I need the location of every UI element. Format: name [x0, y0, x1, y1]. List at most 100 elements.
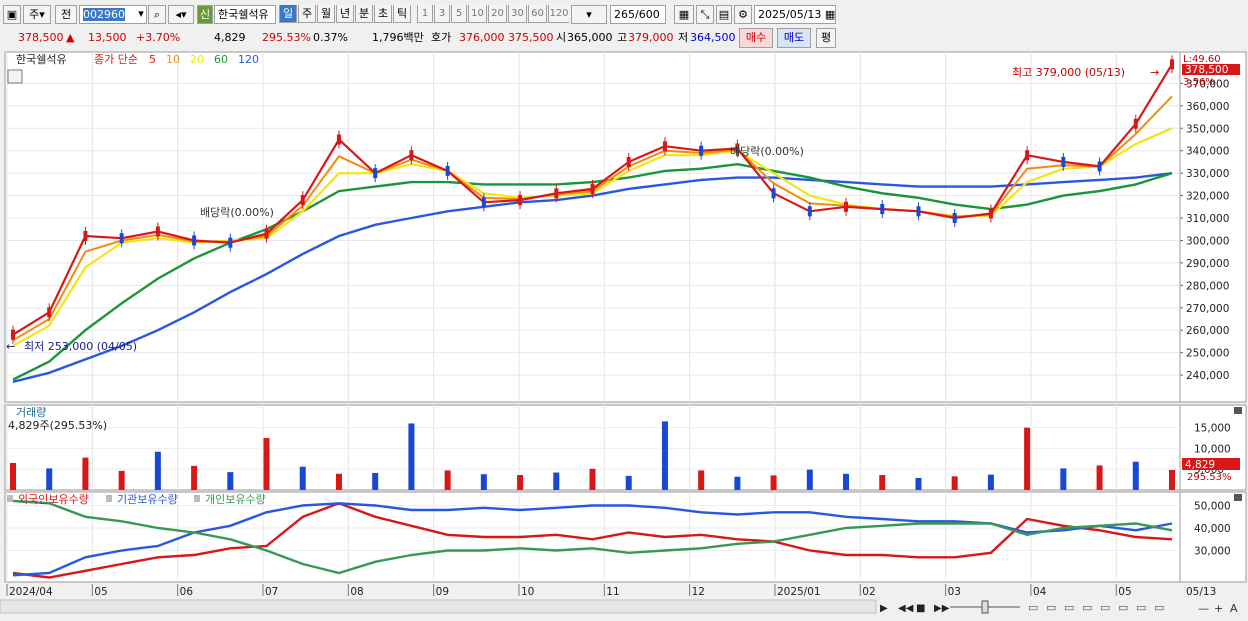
y-tick-label: 270,000 [1186, 303, 1229, 315]
interval-tab[interactable]: 3 [434, 5, 450, 23]
layout-icon: ▭ [1118, 601, 1128, 614]
period-tab[interactable]: 틱 [393, 5, 411, 23]
x-tick-label: 12 [692, 586, 705, 598]
high-label: 고 [617, 31, 628, 44]
volume-bar [299, 466, 306, 490]
period-tab[interactable]: 일 [279, 5, 297, 23]
volume-bar [118, 470, 125, 490]
interval-tab[interactable]: 120 [548, 5, 569, 23]
up-arrow-icon: ▲ [66, 31, 75, 44]
candle-body [518, 195, 523, 206]
volume-bar [46, 468, 53, 490]
volume-bar [263, 438, 270, 490]
open-label: 시 [556, 31, 567, 44]
holding-legend: 개인보유수량 [205, 493, 266, 506]
avg-button[interactable]: 평 [816, 28, 836, 48]
volume-bar [1169, 469, 1175, 490]
volume-bar [698, 470, 705, 490]
prev-button[interactable]: 전 [55, 5, 77, 24]
sound-icon[interactable]: ◂▾ [168, 5, 194, 24]
y-tick-label: 350,000 [1186, 123, 1229, 135]
chart-area: 240,000 250,000 260,000 270,000 280,000 290,0… [0, 51, 1248, 621]
y-tick-label: 15,000 [1194, 423, 1231, 435]
interval-tab[interactable]: 60 [528, 5, 547, 23]
candle-body [192, 235, 197, 246]
candle-body [626, 156, 631, 167]
x-tick-label: 08 [350, 586, 363, 598]
low-annotation: 최저 253,000 (04/05) [24, 340, 137, 353]
volume-bar [335, 473, 342, 490]
period-tab[interactable]: 년 [336, 5, 354, 23]
arrow-icon: → [1150, 66, 1159, 79]
interval-select[interactable]: ▾ [571, 5, 607, 24]
gear-icon[interactable]: ⚙ [734, 5, 752, 24]
candle-body [300, 195, 305, 206]
period-tabs: 일주월년분초틱 [279, 5, 414, 24]
x-tick-label: 2025/01 [777, 586, 821, 598]
candle-body [1170, 59, 1174, 70]
period-tab[interactable]: 월 [317, 5, 335, 23]
compare-icon[interactable]: ▦ [674, 5, 694, 24]
volume-bar [1024, 427, 1031, 490]
volume-bar [1060, 468, 1067, 490]
legend-label: 종가 단순 [94, 53, 138, 66]
legend-period: 10 [166, 53, 180, 66]
legend-marker [106, 495, 112, 502]
zoom-icon: + [1214, 602, 1223, 615]
tool-icon[interactable]: ⤡ [696, 5, 714, 24]
interval-tab[interactable]: 5 [451, 5, 467, 23]
x-tick-label: 02 [862, 586, 875, 598]
volume: 4,829 [214, 31, 246, 44]
chart-window: ▣ 주▾ 전 002960 ▾ ⌕ ◂▾ 신 한국쉘석유 일주월년분초틱 135… [0, 0, 1248, 621]
y-tick-label: 30,000 [1194, 546, 1231, 558]
candle-body [1133, 118, 1138, 129]
y-tick-label: 300,000 [1186, 235, 1229, 247]
search-icon[interactable]: ⌕ [148, 5, 166, 24]
holding-legend: 기관보유수량 [117, 493, 178, 506]
zoom-icon: A [1230, 602, 1238, 615]
candle-body [699, 145, 704, 156]
volume-bar [191, 465, 198, 490]
volume-bar [82, 457, 89, 490]
window-menu-icon[interactable]: ▣ [3, 5, 21, 24]
legend-period: 60 [214, 53, 228, 66]
count-value: 265 [614, 8, 635, 21]
playback-icon: ▶ [880, 603, 888, 614]
volume-bar [770, 475, 777, 490]
count-total: /600 [635, 8, 660, 21]
count-input[interactable]: 265/600 [610, 5, 666, 24]
market-select[interactable]: 주▾ [23, 5, 51, 24]
period-tab[interactable]: 초 [374, 5, 392, 23]
x-tick-label: 03 [948, 586, 961, 598]
chart-title: 한국쉘석유 [16, 53, 67, 66]
buy-button[interactable]: 매수 [739, 28, 773, 48]
date-input[interactable]: 2025/05/13 ▦ [754, 5, 836, 24]
interval-tab[interactable]: 20 [488, 5, 507, 23]
low: 364,500 [690, 31, 736, 44]
volume-bar [553, 472, 560, 490]
candle-body [1025, 150, 1030, 161]
candle-body [1097, 161, 1102, 172]
period-tab[interactable]: 분 [355, 5, 373, 23]
quote-bar: 378,500 ▲ 13,500 +3.70% 4,829 295.53% 0.… [0, 28, 1248, 48]
volume-bar [661, 421, 668, 490]
interval-tab[interactable]: 10 [468, 5, 487, 23]
interval-tab[interactable]: 1 [417, 5, 433, 23]
volume-bar [625, 475, 632, 490]
interval-tab[interactable]: 30 [508, 5, 527, 23]
volume-bar [372, 472, 379, 490]
dividend-annotation: 배당락(0.00%) [200, 206, 274, 219]
layout-icon: ▭ [1154, 601, 1164, 614]
candle-body [264, 228, 269, 239]
x-date-label: 05/13 [1186, 586, 1216, 598]
y-tick-label: 50,000 [1194, 501, 1231, 513]
save-icon[interactable]: ▤ [716, 5, 732, 24]
code-dropdown-icon[interactable]: ▾ [136, 5, 146, 24]
volume-pct-label: 295.53% [1187, 472, 1232, 483]
x-tick-label: 11 [606, 586, 619, 598]
volume-bar [951, 476, 958, 490]
period-tab[interactable]: 주 [298, 5, 316, 23]
playback-icon: ◀◀ [898, 603, 914, 614]
sell-button[interactable]: 매도 [777, 28, 811, 48]
new-badge: 신 [197, 5, 213, 24]
